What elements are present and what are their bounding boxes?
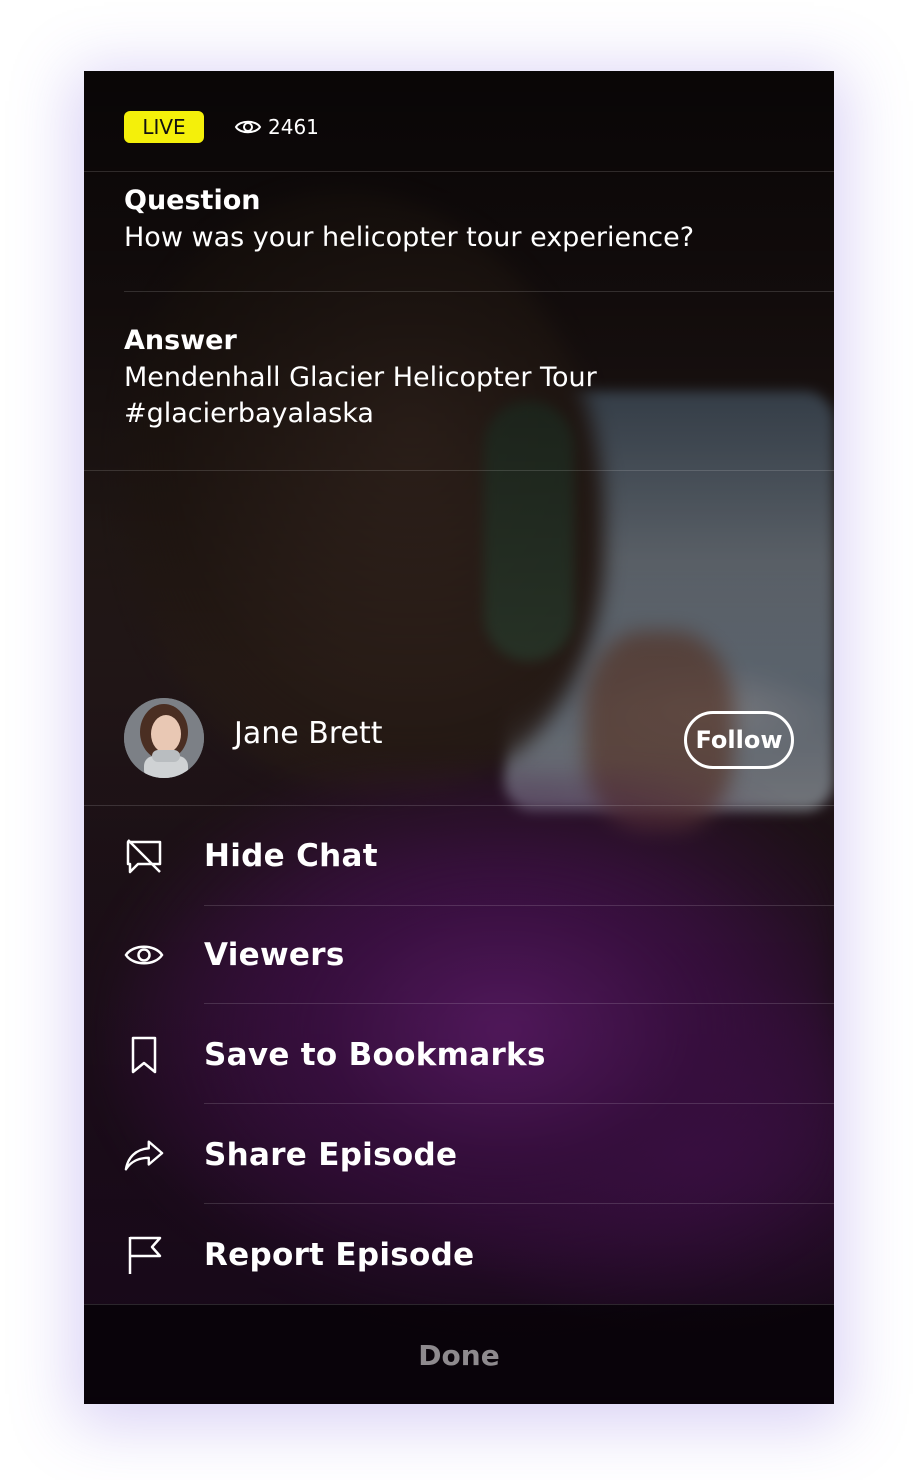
divider (84, 171, 834, 172)
menu-item-label: Share Episode (204, 1137, 458, 1173)
menu-item-hide-chat[interactable]: Hide Chat (84, 806, 834, 906)
viewer-count-value: 2461 (268, 115, 319, 139)
menu-item-save-bookmarks[interactable]: Save to Bookmarks (84, 1005, 834, 1105)
menu-item-label: Report Episode (204, 1237, 475, 1273)
status-bar: LIVE 2461 (124, 111, 319, 143)
flag-icon (124, 1235, 164, 1275)
host-name[interactable]: Jane Brett (234, 716, 382, 751)
done-button[interactable]: Done (84, 1305, 834, 1404)
chat-off-icon (124, 836, 164, 876)
divider (204, 1203, 834, 1204)
answer-label: Answer (124, 325, 237, 356)
avatar[interactable] (124, 698, 204, 778)
eye-icon (124, 935, 164, 975)
menu-item-label: Hide Chat (204, 838, 378, 874)
eye-icon (234, 120, 262, 134)
done-bar: Done (84, 1304, 834, 1404)
menu-item-label: Viewers (204, 937, 345, 973)
question-text: How was your helicopter tour experience? (124, 222, 695, 253)
divider (204, 1103, 834, 1104)
menu-item-viewers[interactable]: Viewers (84, 905, 834, 1005)
share-icon (124, 1135, 164, 1175)
live-episode-menu-screen: LIVE 2461 Question How was your helicopt… (84, 71, 834, 1404)
divider (124, 291, 834, 292)
viewer-count: 2461 (234, 115, 319, 139)
menu-item-share-episode[interactable]: Share Episode (84, 1105, 834, 1205)
bookmark-icon (124, 1035, 164, 1075)
answer-text-line1: Mendenhall Glacier Helicopter Tour (124, 362, 597, 393)
menu-item-report-episode[interactable]: Report Episode (84, 1205, 834, 1305)
follow-button[interactable]: Follow (684, 711, 794, 769)
divider (204, 1003, 834, 1004)
live-badge: LIVE (124, 111, 204, 143)
question-label: Question (124, 185, 261, 216)
menu-item-label: Save to Bookmarks (204, 1037, 546, 1073)
host-row: Jane Brett Follow (124, 698, 794, 780)
divider (84, 470, 834, 471)
answer-hashtag[interactable]: #glacierbayalaska (124, 396, 804, 432)
